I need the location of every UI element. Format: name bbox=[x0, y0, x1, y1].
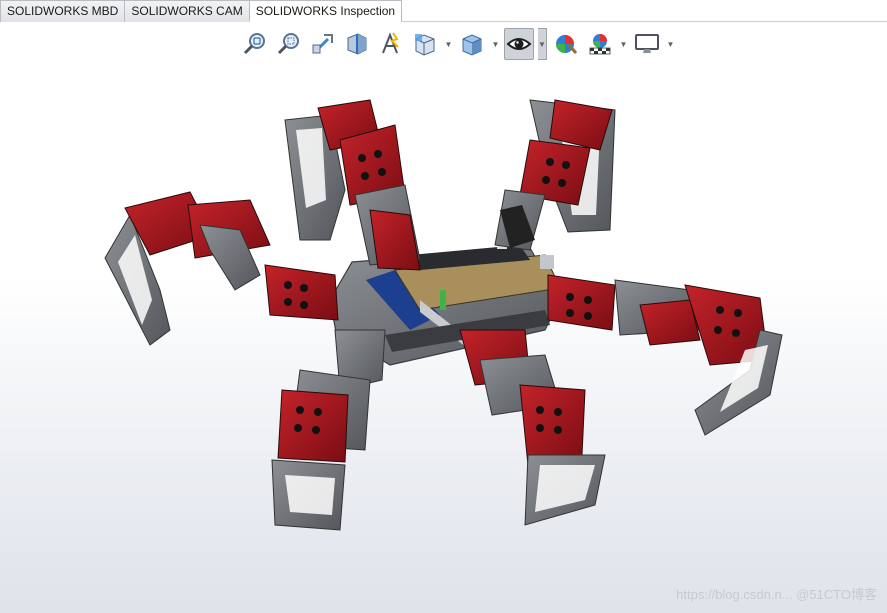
edit-appearance-icon bbox=[556, 35, 578, 54]
previous-view-button[interactable] bbox=[308, 28, 338, 60]
edit-appearance-button[interactable] bbox=[551, 28, 581, 60]
apply-scene-button[interactable] bbox=[585, 28, 615, 60]
view-orientation-dropdown[interactable]: ▼ bbox=[444, 28, 453, 60]
previous-view-icon bbox=[312, 34, 333, 54]
eye-icon bbox=[506, 38, 532, 50]
apply-scene-dropdown[interactable]: ▼ bbox=[619, 28, 628, 60]
view-orientation-icon bbox=[415, 34, 435, 56]
section-view-button[interactable] bbox=[342, 28, 372, 60]
zoom-to-fit-icon bbox=[243, 33, 265, 55]
section-view-icon bbox=[347, 33, 367, 55]
command-manager-tabs: SOLIDWORKS MBD SOLIDWORKS CAM SOLIDWORKS… bbox=[0, 0, 887, 22]
dynamic-annotation-views-button[interactable] bbox=[376, 28, 406, 60]
dynamic-annotation-views-icon bbox=[382, 32, 399, 54]
view-settings-button[interactable] bbox=[632, 28, 662, 60]
tab-bar-filler bbox=[401, 0, 887, 22]
tab-solidworks-mbd[interactable]: SOLIDWORKS MBD bbox=[0, 0, 126, 22]
hexapod-robot-model[interactable] bbox=[0, 64, 887, 613]
view-settings-dropdown[interactable]: ▼ bbox=[666, 28, 675, 60]
leg-front-left bbox=[284, 99, 421, 271]
apply-scene-icon bbox=[589, 34, 611, 55]
zoom-to-area-button[interactable] bbox=[274, 28, 304, 60]
view-orientation-button[interactable] bbox=[410, 28, 440, 60]
watermark-text: https://blog.csdn.n... @51CTO博客 bbox=[676, 587, 877, 602]
leg-front-right bbox=[494, 99, 616, 251]
hide-show-items-dropdown[interactable]: ▼ bbox=[538, 28, 547, 60]
hide-show-items-button[interactable] bbox=[504, 28, 534, 60]
tab-solidworks-cam[interactable]: SOLIDWORKS CAM bbox=[124, 0, 250, 22]
display-style-icon bbox=[462, 34, 482, 56]
zoom-to-fit-button[interactable] bbox=[240, 28, 270, 60]
leg-rear-left bbox=[271, 329, 386, 531]
zoom-to-area-icon bbox=[277, 33, 299, 55]
heads-up-view-toolbar: ▼ ▼ ▼ ▼ ▼ bbox=[240, 26, 679, 62]
leg-rear-right bbox=[459, 329, 606, 526]
display-style-button[interactable] bbox=[457, 28, 487, 60]
display-style-dropdown[interactable]: ▼ bbox=[491, 28, 500, 60]
monitor-icon bbox=[635, 34, 659, 53]
tab-solidworks-inspection[interactable]: SOLIDWORKS Inspection bbox=[248, 0, 403, 22]
graphics-area[interactable] bbox=[0, 64, 887, 613]
